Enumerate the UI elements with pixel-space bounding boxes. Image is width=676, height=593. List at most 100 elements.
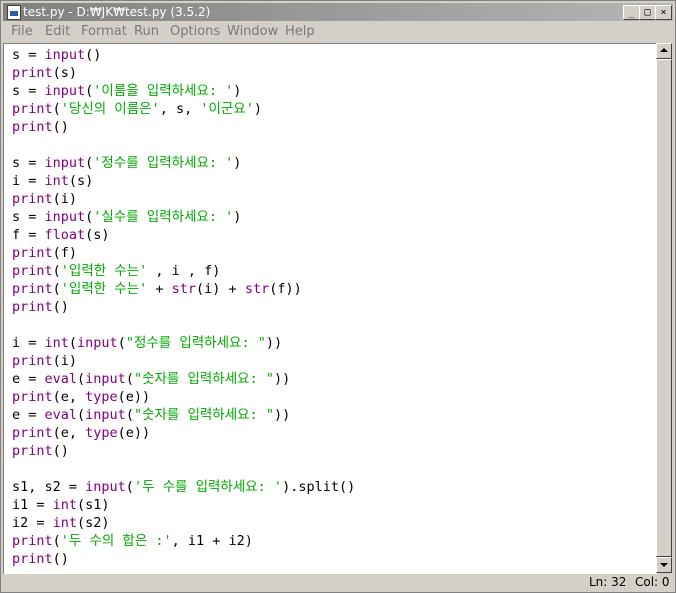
scroll-up-button[interactable] — [656, 43, 672, 59]
code-text: ( — [125, 371, 134, 387]
menu-options[interactable]: Options — [170, 24, 220, 40]
code-keyword: input — [44, 209, 86, 225]
code-text: ( — [125, 407, 134, 423]
code-keyword: print — [12, 353, 53, 369]
code-line[interactable]: print(i) — [12, 190, 77, 208]
code-text: )) — [265, 335, 283, 351]
code-text: ).split() — [282, 479, 356, 495]
code-keyword: input — [85, 371, 126, 387]
code-string: '두 수의 합은 :' — [60, 533, 172, 549]
code-line[interactable]: print(e, type(e)) — [12, 424, 150, 442]
title-bar[interactable]: test.py - D:₩JK₩test.py (3.5.2) _ □ × — [3, 3, 673, 21]
code-text: )) — [273, 371, 291, 387]
code-line[interactable]: print(f) — [12, 244, 77, 262]
code-text: i2 = — [12, 515, 53, 531]
code-text: e = — [12, 371, 45, 387]
code-text: (e)) — [117, 425, 151, 441]
code-line[interactable]: print(i) — [12, 352, 77, 370]
python-file-icon — [7, 5, 21, 20]
code-string: '실수를 입력하세요: ' — [93, 209, 234, 225]
code-line[interactable]: i = int(input("정수를 입력하세요: ")) — [12, 334, 282, 352]
code-keyword: print — [12, 245, 53, 261]
code-text: (s) — [52, 65, 78, 81]
code-keyword: print — [12, 65, 53, 81]
status-bar: Ln: 32 Col: 0 — [3, 574, 673, 590]
menu-window[interactable]: Window — [227, 24, 278, 40]
code-text: , s, — [159, 101, 201, 117]
code-line[interactable]: s = input() — [12, 46, 101, 64]
code-line[interactable]: print() — [12, 298, 69, 316]
code-keyword: print — [12, 281, 53, 297]
code-line[interactable]: s = input('실수를 입력하세요: ') — [12, 208, 241, 226]
code-line[interactable]: e = eval(input("숫자를 입력하세요: ")) — [12, 370, 290, 388]
code-text: () — [52, 443, 69, 459]
code-keyword: print — [12, 119, 53, 135]
maximize-button[interactable]: □ — [639, 5, 656, 20]
code-text: ( — [77, 371, 86, 387]
code-text: (s1) — [77, 497, 110, 513]
code-line[interactable]: s = input('정수를 입력하세요: ') — [12, 154, 241, 172]
code-line[interactable]: print('입력한 수는' , i , f) — [12, 262, 220, 280]
code-line[interactable]: print() — [12, 118, 69, 136]
scroll-down-button[interactable] — [656, 557, 672, 573]
code-text: ( — [52, 101, 61, 117]
code-line[interactable]: print() — [12, 550, 69, 568]
menu-file[interactable]: File — [11, 24, 33, 40]
menu-run[interactable]: Run — [134, 24, 159, 40]
code-keyword: print — [12, 191, 53, 207]
menu-edit[interactable]: Edit — [45, 24, 70, 40]
code-text: , i1 + i2) — [171, 533, 253, 549]
code-line[interactable]: print(s) — [12, 64, 77, 82]
menu-format[interactable]: Format — [81, 24, 127, 40]
code-keyword: input — [44, 155, 86, 171]
code-line[interactable]: s1, s2 = input('두 수를 입력하세요: ').split() — [12, 478, 355, 496]
code-text: s = — [12, 83, 45, 99]
code-string: '입력한 수는' — [60, 281, 148, 297]
code-keyword: str — [244, 281, 270, 297]
code-text: ( — [68, 335, 78, 351]
code-line[interactable]: s = input('이름을 입력하세요: ') — [12, 82, 241, 100]
code-line[interactable]: print('당신의 이름은', s, '이군요') — [12, 100, 262, 118]
code-line[interactable]: e = eval(input("숫자를 입력하세요: ")) — [12, 406, 290, 424]
code-text: s = — [12, 209, 45, 225]
code-keyword: input — [44, 83, 86, 99]
code-text: i1 = — [12, 497, 53, 513]
code-keyword: float — [44, 227, 86, 243]
code-line[interactable]: print('입력한 수는' + str(i) + str(f)) — [12, 280, 302, 298]
code-line[interactable]: i = int(s) — [12, 172, 93, 190]
code-line[interactable]: i2 = int(s2) — [12, 514, 110, 532]
code-text: ( — [125, 479, 134, 495]
code-line[interactable]: print(e, type(e)) — [12, 388, 150, 406]
code-line[interactable]: print('두 수의 합은 :', i1 + i2) — [12, 532, 253, 550]
minimize-button[interactable]: _ — [623, 5, 640, 20]
code-keyword: print — [12, 443, 53, 459]
code-line[interactable]: i1 = int(s1) — [12, 496, 110, 514]
code-text: (e, — [52, 425, 86, 441]
code-text: i = — [12, 335, 45, 351]
code-text: ( — [52, 281, 61, 297]
code-text: (i) — [52, 353, 78, 369]
vertical-scrollbar[interactable] — [656, 43, 672, 573]
menu-bar: File Edit Format Run Options Window Help — [3, 22, 673, 42]
code-string: '정수를 입력하세요: ' — [93, 155, 234, 171]
code-text: s1, s2 = — [12, 479, 86, 495]
menu-help[interactable]: Help — [285, 24, 315, 40]
code-text: s = — [12, 155, 45, 171]
code-text: (f) — [52, 245, 78, 261]
code-keyword: input — [77, 335, 118, 351]
code-text: )) — [273, 407, 291, 423]
code-text: , i , f) — [147, 263, 221, 279]
code-text: i = — [12, 173, 45, 189]
arrow-down-icon — [660, 563, 668, 567]
code-keyword: print — [12, 551, 53, 567]
close-button[interactable]: × — [655, 5, 672, 20]
scrollbar-thumb[interactable] — [656, 59, 672, 557]
code-string: '이름을 입력하세요: ' — [93, 83, 234, 99]
code-keyword: type — [85, 425, 118, 441]
code-editor[interactable]: s = input() print(s) s = input('이름을 입력하세요:… — [3, 43, 657, 574]
code-text: ) — [253, 101, 262, 117]
code-keyword: print — [12, 299, 53, 315]
code-line[interactable]: f = float(s) — [12, 226, 110, 244]
code-line[interactable]: print() — [12, 442, 69, 460]
window-title: test.py - D:₩JK₩test.py (3.5.2) — [23, 5, 211, 19]
